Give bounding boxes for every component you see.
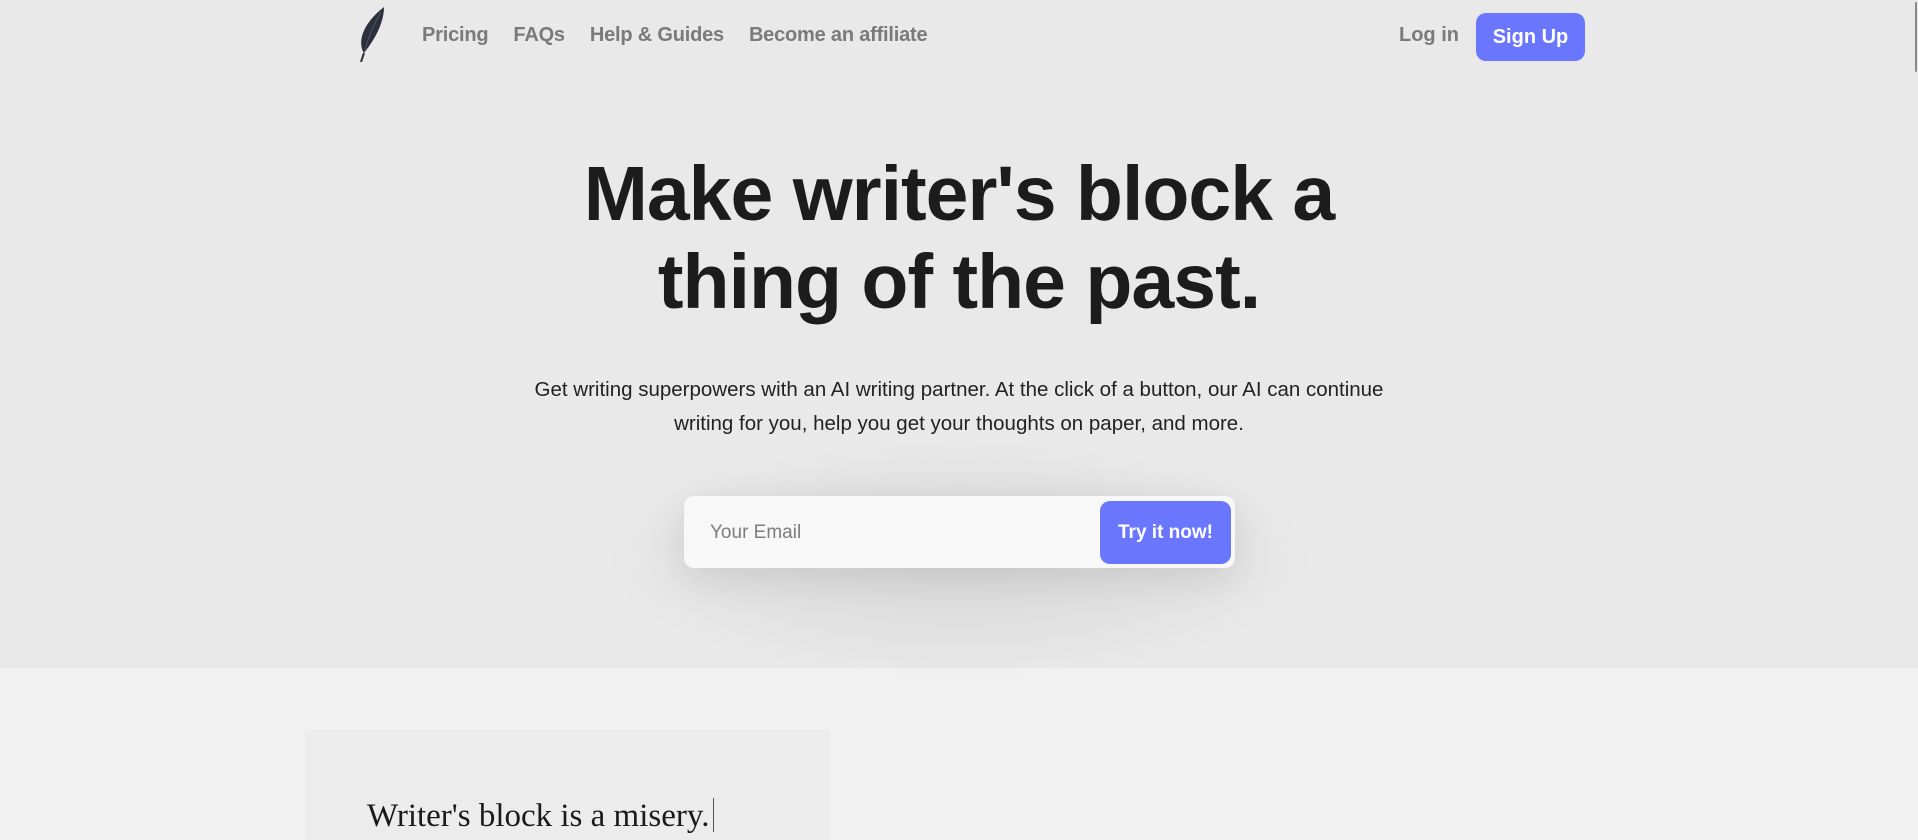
nav-links: Pricing FAQs Help & Guides Become an aff… xyxy=(422,24,928,47)
nav-link-affiliate[interactable]: Become an affiliate xyxy=(749,24,928,47)
nav-link-faqs[interactable]: FAQs xyxy=(513,24,565,47)
signup-button[interactable]: Sign Up xyxy=(1476,13,1585,61)
email-signup-form: Try it now! xyxy=(684,496,1235,568)
demo-editor-text[interactable]: Writer's block is a misery. xyxy=(367,798,715,835)
scrollbar-thumb[interactable] xyxy=(1915,2,1917,72)
feather-icon[interactable] xyxy=(356,6,388,63)
email-input[interactable] xyxy=(708,514,1092,552)
login-link[interactable]: Log in xyxy=(1399,24,1459,47)
demo-editor-card: Writer's block is a misery. xyxy=(305,730,830,840)
top-navigation: Pricing FAQs Help & Guides Become an aff… xyxy=(0,0,1918,72)
demo-text: Writer's block is a misery. xyxy=(367,798,710,834)
headline-line-2: thing of the past. xyxy=(657,239,1261,325)
page-scrollbar[interactable] xyxy=(1914,0,1918,830)
hero-headline: Make writer's block a thing of the past. xyxy=(0,150,1918,326)
try-it-now-button[interactable]: Try it now! xyxy=(1100,501,1231,564)
headline-line-1: Make writer's block a xyxy=(583,151,1336,237)
nav-link-help-guides[interactable]: Help & Guides xyxy=(590,24,724,47)
subtext-line-1: Get writing superpowers with an AI writi… xyxy=(534,378,1384,401)
hero-subtext: Get writing superpowers with an AI writi… xyxy=(459,373,1459,441)
text-caret xyxy=(713,798,715,832)
subtext-line-2: writing for you, help you get your thoug… xyxy=(674,412,1244,435)
nav-link-pricing[interactable]: Pricing xyxy=(422,24,489,47)
